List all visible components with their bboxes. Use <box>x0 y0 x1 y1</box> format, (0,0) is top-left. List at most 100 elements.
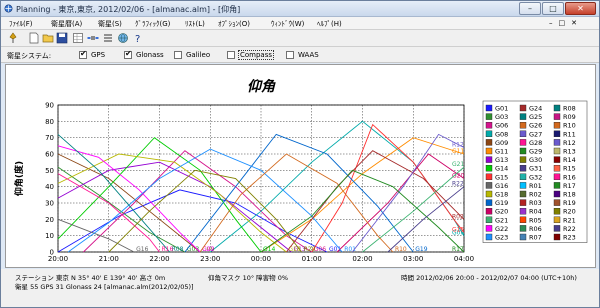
legend-label-G29: G29 <box>529 148 542 156</box>
gps-label[interactable]: GPS <box>91 51 105 59</box>
menu-file[interactable]: ﾌｧｲﾙ(F) <box>9 19 33 29</box>
legend-swatch-R04 <box>519 207 527 215</box>
series-label-R22: R22 <box>452 181 464 188</box>
legend-swatch-G21 <box>485 216 493 224</box>
legend-swatch-R12 <box>553 139 561 146</box>
legend-swatch-R23 <box>553 233 561 241</box>
series-label-R12: R12 <box>452 141 464 148</box>
menu-options[interactable]: ｵﾌﾟｼｮﾝ(O) <box>218 19 250 29</box>
glonass-checkbox[interactable] <box>124 49 132 59</box>
legend-label-R06: R06 <box>529 225 542 233</box>
legend-label-G32: G32 <box>529 173 542 181</box>
legend-swatch-G24 <box>519 104 527 112</box>
globe-icon[interactable] <box>117 32 129 44</box>
series-label-G19: G19 <box>415 246 427 253</box>
pin-icon[interactable] <box>7 32 19 44</box>
legend-label-R12: R12 <box>563 139 576 147</box>
elevation-plot-panel: 仰角 仰角(度) 0 10 20 30 40 50 60 70 80 90 20:00 21:00 22:0… <box>5 64 596 268</box>
legend-label-G11: G11 <box>495 148 508 156</box>
menu-satellite[interactable]: 衛星(S) <box>98 19 122 29</box>
glonass-label[interactable]: Glonass <box>136 51 164 59</box>
compass-checkbox[interactable] <box>227 51 235 59</box>
galileo-label[interactable]: Galileo <box>186 51 210 59</box>
open-folder-icon[interactable] <box>42 32 54 44</box>
help-icon[interactable]: ? <box>133 32 145 44</box>
series-label-G21: G21 <box>452 161 464 168</box>
series-line-G22 <box>57 145 201 253</box>
legend-label-G08: G08 <box>495 130 508 138</box>
legend-label-R19: R19 <box>563 199 576 207</box>
menu-graphics[interactable]: ｸﾞﾗﾌｨｯｸ(G) <box>135 19 170 29</box>
gps-checkbox[interactable] <box>79 49 87 59</box>
maximize-button[interactable]: □ <box>542 2 564 15</box>
legend-label-G26: G26 <box>529 122 542 130</box>
legend-label-R14: R14 <box>563 156 576 164</box>
series-label-G06: G06 <box>314 246 326 253</box>
legend-label-R10: R10 <box>563 122 576 130</box>
legend-swatch-G01 <box>485 104 493 112</box>
legend-label-G22: G22 <box>495 225 508 233</box>
series-label-G15: G15 <box>452 226 464 233</box>
mask-info: 仰角マスク 10° 障害物 0% <box>208 274 289 282</box>
legend-label-R17: R17 <box>563 182 576 190</box>
satellite-icon[interactable] <box>87 32 99 44</box>
legend-swatch-R16 <box>553 173 561 181</box>
legend-swatch-R17 <box>553 182 561 189</box>
mdi-controls[interactable]: –□✕ <box>549 19 583 27</box>
legend-label-G30: G30 <box>529 156 542 164</box>
series-line-G21 <box>362 166 465 253</box>
new-file-icon[interactable] <box>28 32 40 44</box>
waas-checkbox[interactable] <box>286 51 294 59</box>
legend-swatch-R10 <box>553 122 561 129</box>
legend-swatch-G31 <box>519 164 527 172</box>
legend-swatch-R06 <box>519 225 527 232</box>
waas-label[interactable]: WAAS <box>298 51 319 59</box>
legend-label-G14: G14 <box>495 165 508 173</box>
legend-swatch-R20 <box>553 207 561 215</box>
satellite-system-bar: 衛星システム: GPS Glonass Galileo Compass WAAS <box>1 47 599 63</box>
x-tick-label: 21:00 <box>99 255 119 263</box>
galileo-checkbox[interactable] <box>174 51 182 59</box>
x-tick-label: 02:00 <box>352 255 372 263</box>
legend-label-G24: G24 <box>529 105 542 113</box>
chart-title: 仰角 <box>247 78 276 95</box>
compass-label[interactable]: Compass <box>238 50 275 60</box>
y-tick-label: 40 <box>45 183 54 191</box>
series-label-G16: G16 <box>136 246 148 253</box>
status-area: ステーション 東京 N 35° 40' E 139° 40' 高さ 0m 衛星 … <box>1 269 599 307</box>
series-label-G11: G11 <box>452 148 464 155</box>
menu-list[interactable]: ﾘｽﾄ(L) <box>185 19 205 29</box>
save-icon[interactable] <box>56 32 68 44</box>
close-button[interactable]: ✕ <box>565 2 596 15</box>
series-label-R10: R10 <box>395 246 407 253</box>
legend-swatch-G25 <box>519 113 527 120</box>
window-title: Planning - 東京,東京, 2012/02/06 - [almanac.… <box>16 5 241 14</box>
legend-label-G27: G27 <box>529 130 542 138</box>
series-line-G06 <box>83 150 313 253</box>
y-tick-label: 70 <box>45 134 54 142</box>
menu-window[interactable]: ｳｨﾝﾄﾞｳ(W) <box>271 19 304 29</box>
menu-help[interactable]: ﾍﾙﾌﾟ(H) <box>317 19 342 29</box>
legend-swatch-R19 <box>553 199 561 206</box>
y-tick-label: 10 <box>45 232 54 240</box>
title-bar[interactable]: Planning - 東京,東京, 2012/02/06 - [almanac.… <box>1 1 599 17</box>
y-tick-label: 90 <box>45 102 54 110</box>
satellite-counts: 衛星 55 GPS 31 Glonass 24 [almanac.alm(201… <box>15 283 194 291</box>
time-range: 時間 2012/02/06 20:00 - 2012/02/07 04:00 (… <box>401 274 577 282</box>
legend-label-G20: G20 <box>495 208 508 216</box>
legend-label-R22: R22 <box>563 225 576 233</box>
legend-swatch-G30 <box>519 156 527 163</box>
y-tick-label: 30 <box>45 200 54 208</box>
legend-label-R21: R21 <box>563 216 576 224</box>
menu-almanac[interactable]: 衛星暦(A) <box>51 19 82 29</box>
legend-label-R16: R16 <box>563 173 576 181</box>
legend-swatch-G16 <box>485 182 493 189</box>
legend-swatch-R13 <box>553 147 561 155</box>
legend-label-R01: R01 <box>529 182 542 190</box>
legend-swatch-R05 <box>519 216 527 224</box>
elevation-chart: 仰角仰角(度)010203040506070809020:00 21:00 22:0… <box>13 78 588 263</box>
sheet-icon[interactable] <box>72 32 84 44</box>
list-icon[interactable] <box>102 32 114 44</box>
minimize-button[interactable]: – <box>519 2 541 15</box>
legend-label-G19: G19 <box>495 199 508 207</box>
